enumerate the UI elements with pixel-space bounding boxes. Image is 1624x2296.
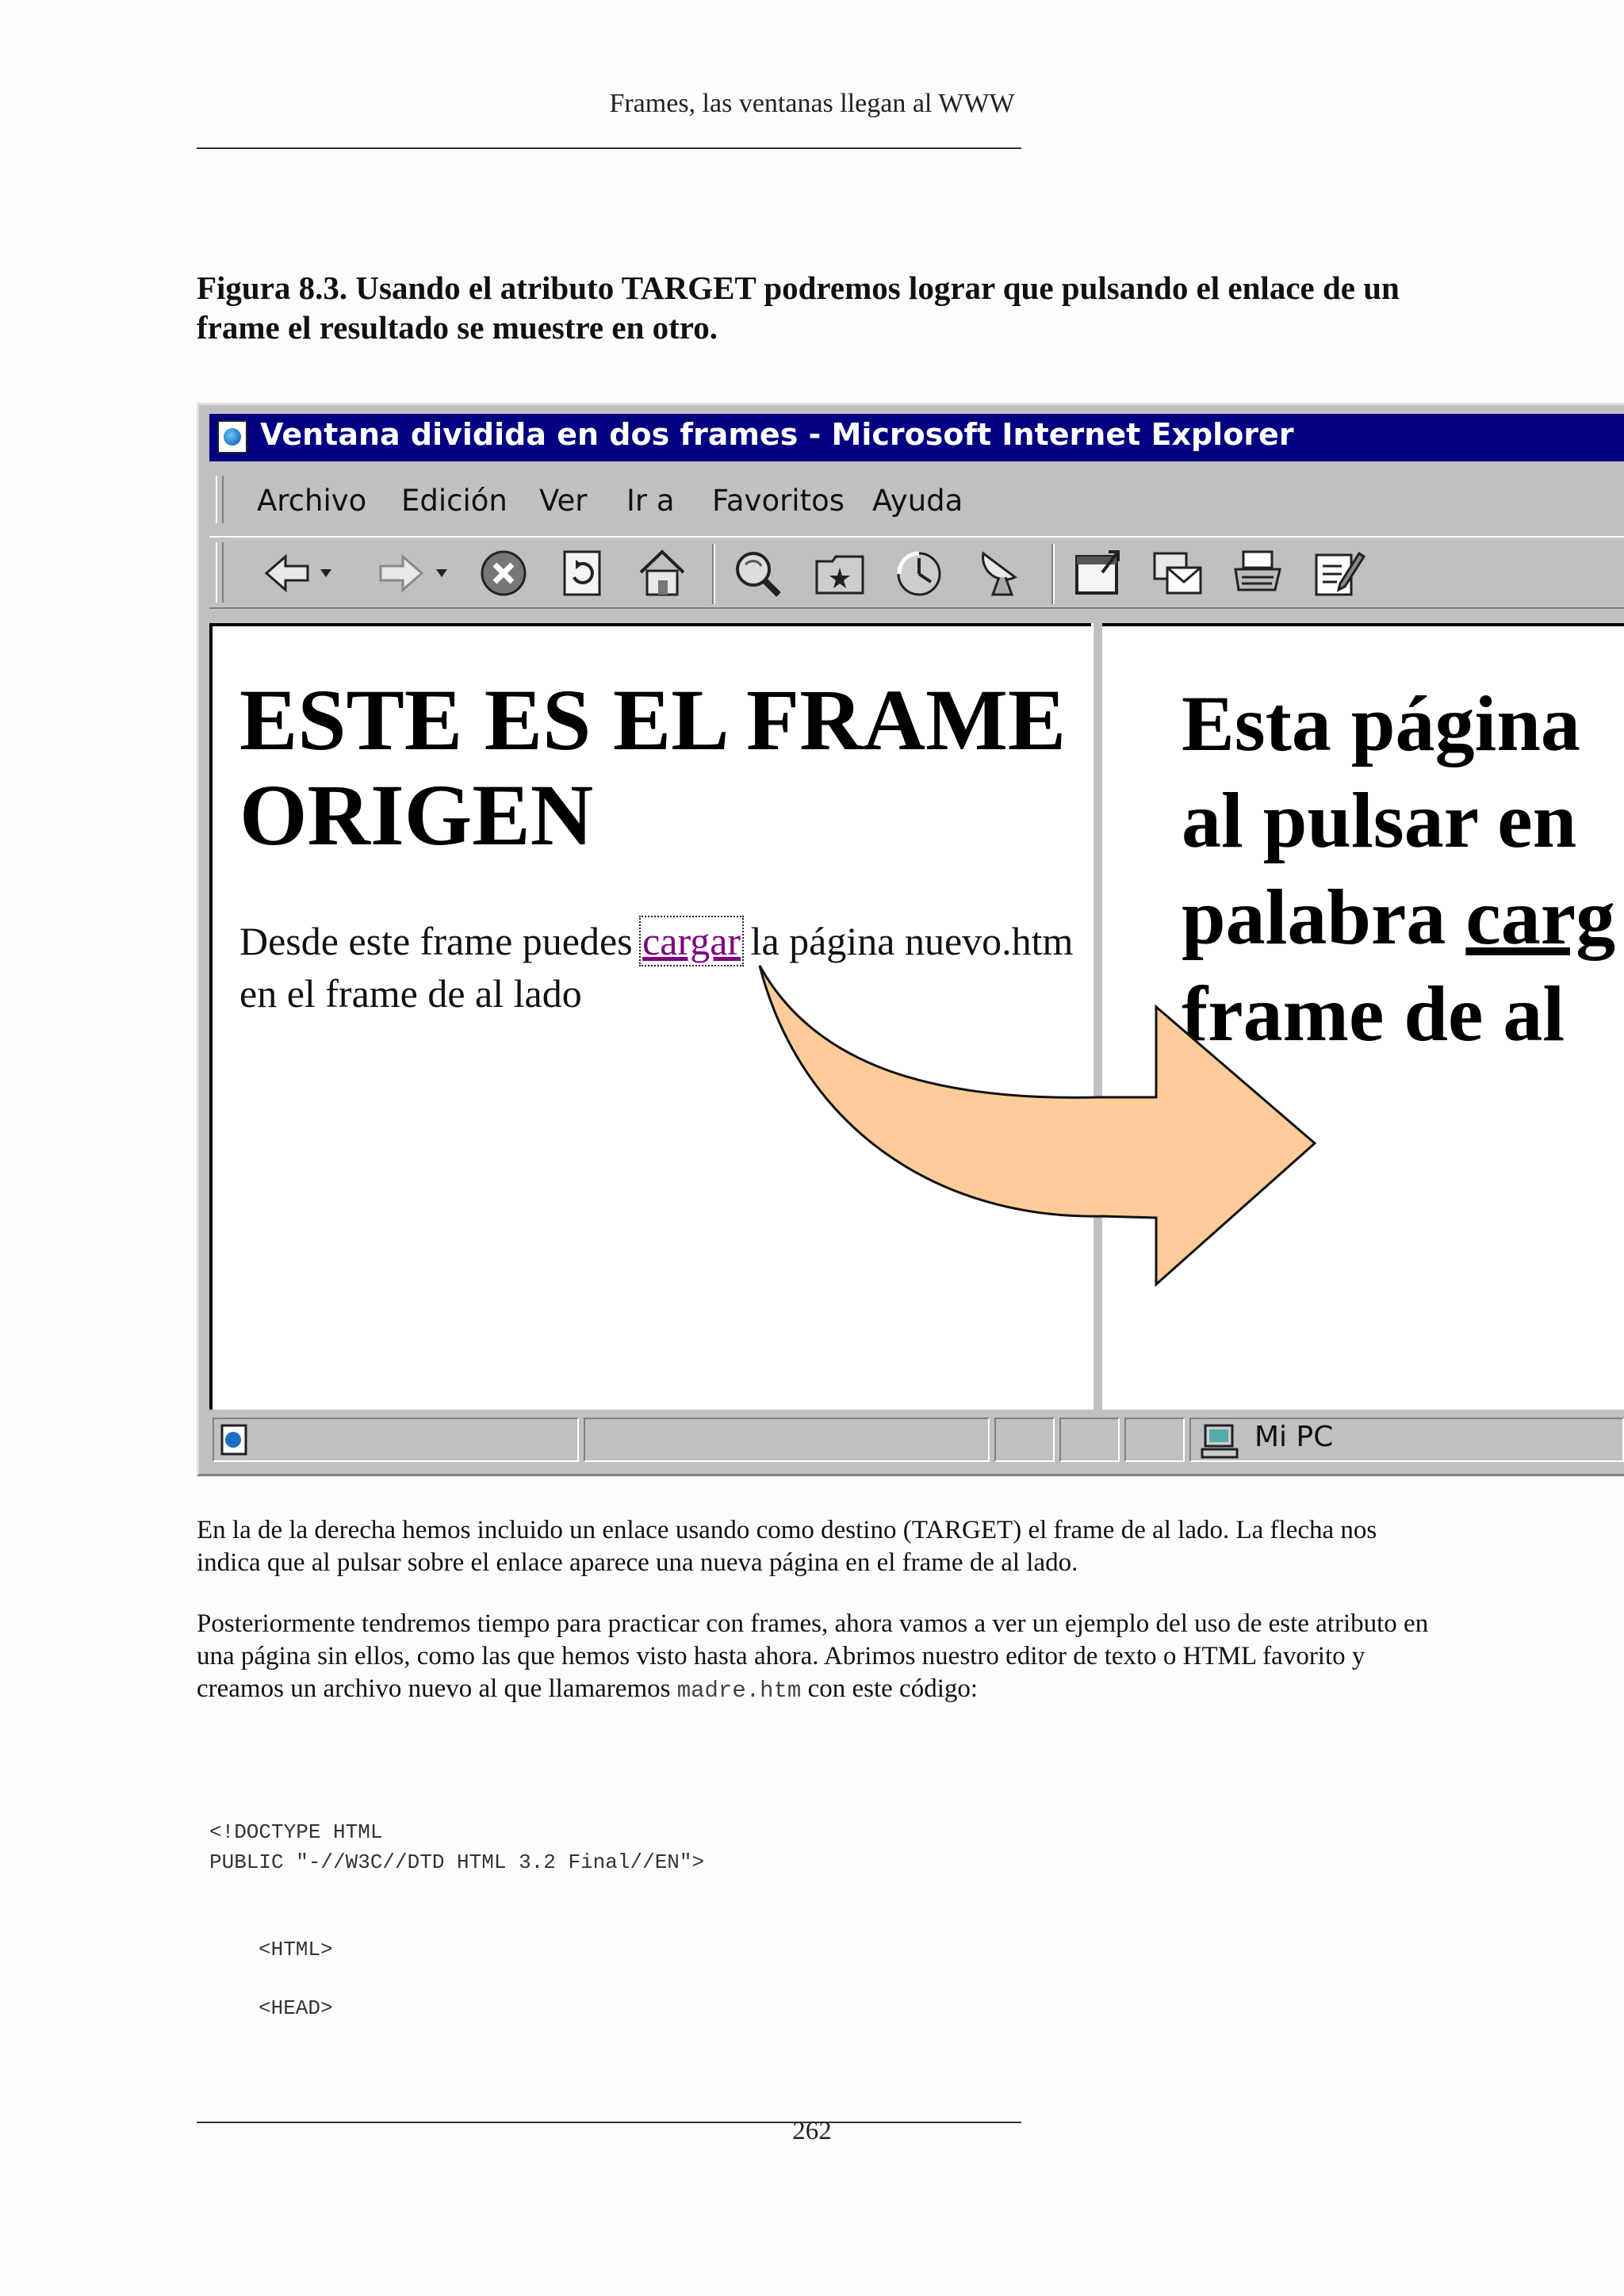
status-cell-offline xyxy=(994,1418,1055,1462)
running-header: Frames, las ventanas llegan al WWW xyxy=(609,89,1015,118)
forward-icon[interactable] xyxy=(373,545,460,601)
history-icon[interactable] xyxy=(891,545,947,601)
left-text-before: Desde este frame puedes xyxy=(239,919,643,963)
code-line: PUBLIC "-//W3C//DTD HTML 3.2 Final//EN"> xyxy=(209,1850,705,1874)
edit-icon[interactable] xyxy=(1310,545,1365,601)
favorites-icon[interactable] xyxy=(812,545,868,601)
menu-favoritos[interactable]: Favoritos xyxy=(712,484,845,518)
fullscreen-icon[interactable] xyxy=(1071,545,1126,601)
toolbar-grip xyxy=(216,542,224,603)
right-heading-line4: frame de al xyxy=(1182,970,1565,1058)
status-cell-main xyxy=(213,1418,579,1462)
paragraph-2-end: con este código: xyxy=(801,1674,979,1703)
toolbar-separator xyxy=(712,544,715,604)
menu-edicion[interactable]: Edición xyxy=(401,484,508,518)
status-cell-extra xyxy=(1124,1418,1185,1462)
inline-code-filename: madre.htm xyxy=(676,1678,802,1704)
paragraph-2: Posteriormente tendremos tiempo para pra… xyxy=(197,1608,1434,1707)
page-number: 262 xyxy=(792,2117,832,2145)
menu-ayuda[interactable]: Ayuda xyxy=(872,484,963,518)
cargar-link[interactable]: cargar xyxy=(639,916,745,966)
back-icon[interactable] xyxy=(259,545,346,601)
channels-icon[interactable] xyxy=(972,545,1028,601)
right-heading-line2: al pulsar en xyxy=(1182,776,1577,864)
figure-caption: Figura 8.3. Usando el atributo TARGET po… xyxy=(197,270,1400,346)
right-heading-line3: palabra carg xyxy=(1182,869,1624,966)
right-frame-content: Esta página al pulsar en palabra carg fr… xyxy=(1102,623,1624,1410)
my-computer-icon xyxy=(1201,1424,1239,1459)
status-zone-label: Mi PC xyxy=(1254,1421,1334,1453)
right-frame-link[interactable]: carg xyxy=(1465,873,1615,961)
status-cell-progress xyxy=(584,1418,990,1462)
menu-ir-a[interactable]: Ir a xyxy=(626,484,675,518)
home-icon[interactable] xyxy=(634,545,690,601)
right-frame-heading: Esta página al pulsar en palabra carg fr… xyxy=(1182,675,1624,1062)
code-line: <HEAD> xyxy=(259,1996,333,2020)
search-icon[interactable] xyxy=(730,545,785,601)
right-heading-line3-text: palabra xyxy=(1182,873,1466,961)
menu-grip xyxy=(216,476,224,523)
ie-logo-icon xyxy=(217,420,247,453)
header-rule xyxy=(197,147,1021,149)
paragraph-1: En la de la derecha hemos incluido un en… xyxy=(197,1516,1377,1577)
refresh-icon[interactable] xyxy=(555,545,611,601)
stop-icon[interactable] xyxy=(476,545,531,601)
menu-ver[interactable]: Ver xyxy=(539,484,587,518)
print-icon[interactable] xyxy=(1231,545,1286,601)
right-heading-line1: Esta página xyxy=(1182,679,1580,767)
toolbar-separator xyxy=(1051,544,1055,604)
menu-archivo[interactable]: Archivo xyxy=(257,484,366,518)
code-block: <!DOCTYPE HTML PUBLIC "-//W3C//DTD HTML … xyxy=(197,1744,1434,2093)
left-frame-heading: ESTE ES EL FRAME ORIGEN xyxy=(239,672,1067,863)
left-frame-text: Desde este frame puedes cargar la página… xyxy=(239,915,1080,1020)
browser-title: Ventana dividida en dos frames - Microso… xyxy=(260,417,1294,452)
page-status-icon xyxy=(220,1424,247,1456)
code-line: <HTML> xyxy=(259,1938,333,1961)
mail-icon[interactable] xyxy=(1150,545,1205,601)
status-cell-lock xyxy=(1059,1418,1120,1462)
code-line: <!DOCTYPE HTML xyxy=(209,1820,383,1844)
